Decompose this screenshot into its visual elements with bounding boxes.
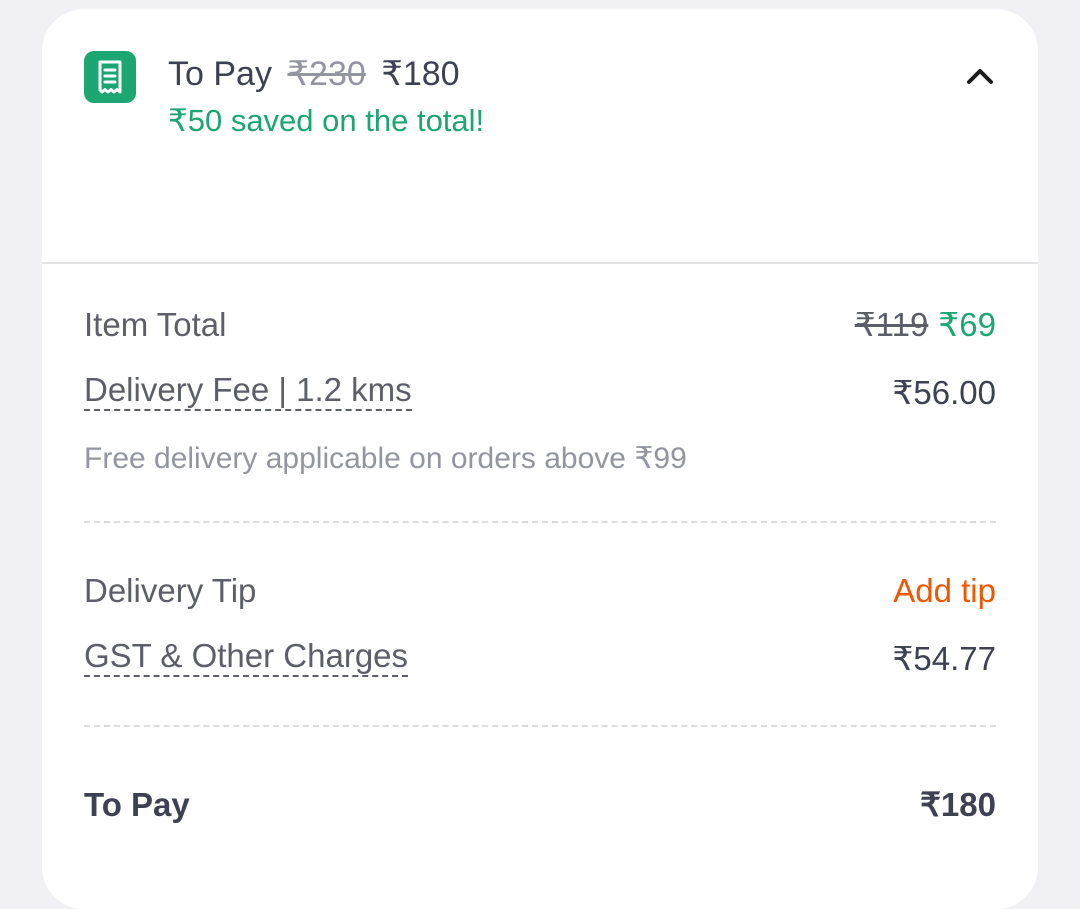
gst-row: GST & Other Charges ₹54.77 [84,637,996,681]
savings-text: ₹50 saved on the total! [168,103,485,138]
item-total-row: Item Total ₹119 ₹69 [84,303,996,347]
bill-details-card: To Pay ₹230 ₹180 ₹50 saved on the total!… [42,9,1038,909]
to-pay-label: To Pay [84,786,190,823]
bill-summary-header[interactable]: To Pay ₹230 ₹180 ₹50 saved on the total! [42,9,1038,264]
delivery-tip-label: Delivery Tip [84,572,257,609]
item-total-discounted: ₹69 [938,306,996,343]
section-divider [84,725,996,727]
add-tip-button[interactable]: Add tip [893,569,996,613]
original-total: ₹230 [287,55,366,93]
to-pay-row: To Pay ₹180 [84,783,996,827]
gst-label[interactable]: GST & Other Charges [84,637,409,677]
to-pay-summary: To Pay ₹230 ₹180 [168,54,460,94]
receipt-icon [84,51,136,103]
gst-value: ₹54.77 [892,640,996,677]
delivery-fee-row: Delivery Fee | 1.2 kms ₹56.00 [84,371,996,415]
delivery-tip-row: Delivery Tip Add tip [84,569,996,613]
delivery-fee-value: ₹56.00 [892,374,996,411]
final-total: ₹180 [381,55,460,93]
item-total-label: Item Total [84,306,227,343]
free-delivery-note: Free delivery applicable on orders above… [84,442,687,475]
to-pay-value: ₹180 [919,786,996,823]
delivery-fee-label[interactable]: Delivery Fee | 1.2 kms [84,371,412,411]
item-total-original: ₹119 [854,306,929,343]
section-divider [84,521,996,523]
item-total-value: ₹119 ₹69 [855,303,996,347]
chevron-up-icon[interactable] [962,59,998,95]
to-pay-title: To Pay [168,55,272,93]
